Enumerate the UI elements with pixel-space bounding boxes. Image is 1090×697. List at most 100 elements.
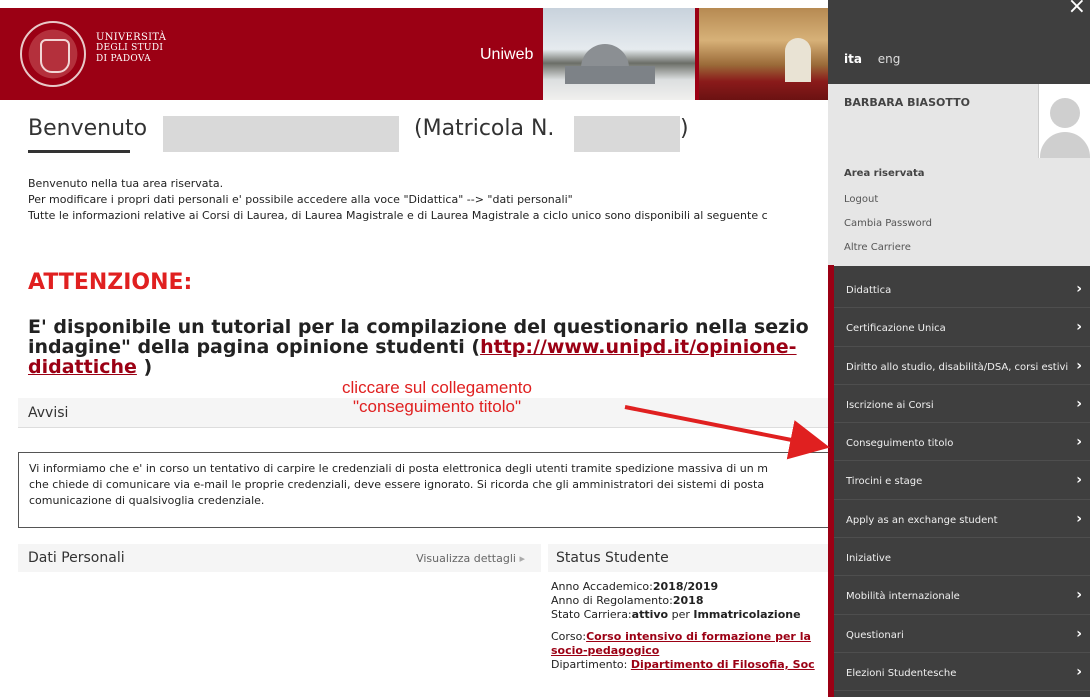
avvisi-title: Avvisi: [28, 405, 69, 421]
side-menu-panel: × ita eng BARBARA BIASOTTO Area riservat…: [828, 0, 1090, 697]
chevron-right-icon: ›: [1076, 472, 1082, 489]
cambia-password-link[interactable]: Cambia Password: [844, 218, 932, 229]
matricola-close-paren: ): [680, 116, 689, 141]
chevron-right-icon: ›: [1076, 319, 1082, 336]
observatory-building-shape: [565, 66, 655, 84]
university-logo-text[interactable]: UNIVERSITÀ DEGLI STUDI DI PADOVA: [96, 32, 166, 65]
menu-label: Questionari: [846, 629, 904, 641]
chevron-right-icon: ›: [1076, 510, 1082, 527]
chevron-right-icon: ›: [1076, 395, 1082, 412]
status-studente-header: Status Studente: [548, 544, 830, 572]
intro-text: Benvenuto nella tua area riservata. Per …: [28, 176, 768, 224]
logo-line-3: DI PADOVA: [96, 54, 151, 64]
intro-line-2: Per modificare i propri dati personali e…: [28, 193, 573, 206]
menu-label: Iniziative: [846, 553, 891, 565]
avatar-body-shape: [1040, 132, 1090, 158]
menu-item-mobilita-internazionale[interactable]: Mobilità internazionale ›: [828, 576, 1090, 615]
menu-label: Certificazione Unica: [846, 323, 946, 335]
chevron-right-icon: ›: [1076, 587, 1082, 604]
altre-carriere-link[interactable]: Altre Carriere: [844, 242, 911, 253]
corso-link-continued[interactable]: socio-pedagogico: [551, 644, 659, 657]
stato-carriera-row: Stato Carriera:attivo per Immatricolazio…: [551, 608, 815, 622]
chevron-right-icon: ›: [1076, 357, 1082, 374]
menu-item-tirocini-e-stage[interactable]: Tirocini e stage ›: [828, 461, 1090, 500]
dati-personali-title: Dati Personali: [28, 550, 125, 566]
intro-line-1: Benvenuto nella tua area riservata.: [28, 177, 224, 190]
notice-line-1: Vi informiamo che e' in corso un tentati…: [29, 462, 768, 475]
notice-line-2: che chiede di comunicare via e-mail le p…: [29, 478, 765, 491]
corso-row: Corso:Corso intensivo di formazione per …: [551, 630, 815, 644]
main-menu: Didattica › Certificazione Unica › Diritto…: [828, 270, 1090, 692]
logout-link[interactable]: Logout: [844, 194, 878, 205]
menu-item-questionari[interactable]: Questionari ›: [828, 615, 1090, 653]
site-header: UNIVERSITÀ DEGLI STUDI DI PADOVA Uniweb: [0, 8, 830, 100]
logo-line-1: UNIVERSITÀ: [96, 32, 167, 43]
header-photo-observatory: [543, 8, 695, 100]
menu-item-apply-exchange[interactable]: Apply as an exchange student ›: [828, 500, 1090, 539]
menu-item-diritto-allo-studio[interactable]: Diritto allo studio, disabilità/DSA, cor…: [828, 347, 1090, 385]
menu-label: Didattica: [846, 285, 892, 296]
language-switcher: ita eng: [844, 52, 900, 66]
phishing-notice-box: Vi informiamo che e' in corso un tentati…: [18, 452, 830, 528]
welcome-underline: [28, 150, 130, 153]
dipartimento-row: Dipartimento: Dipartimento di Filosofia,…: [551, 658, 815, 672]
lang-eng[interactable]: eng: [878, 52, 901, 66]
dipartimento-link[interactable]: Dipartimento di Filosofia, Soc: [631, 658, 815, 671]
menu-label: Iscrizione ai Corsi: [846, 399, 934, 411]
chevron-right-icon: ›: [1076, 663, 1082, 680]
stato-tipo-value: Immatricolazione: [693, 608, 801, 621]
stato-per-text: per: [668, 608, 694, 621]
close-icon[interactable]: ×: [1068, 0, 1086, 18]
corso-label: Corso:: [551, 630, 587, 643]
status-studente-title: Status Studente: [556, 550, 669, 566]
avatar: [1038, 84, 1090, 158]
app-name: Uniweb: [480, 46, 534, 63]
anno-regolamento-row: Anno di Regolamento:2018: [551, 594, 815, 608]
notice-line-3: comunicazione di qualsivoglia credenzial…: [29, 494, 265, 507]
attention-heading: ATTENZIONE:: [28, 270, 193, 295]
dipartimento-label: Dipartimento:: [551, 658, 631, 671]
header-photo-hall: [699, 8, 830, 100]
stato-carriera-value: attivo: [631, 608, 669, 621]
annotation-line-2: "conseguimento titolo": [353, 397, 521, 416]
matricola-label: (Matricola N.: [414, 116, 555, 141]
menu-label: Elezioni Studentesche: [846, 667, 957, 679]
stato-carriera-label: Stato Carriera:: [551, 608, 632, 621]
panel-accent-strip: [828, 265, 834, 697]
menu-item-iscrizione-ai-corsi[interactable]: Iscrizione ai Corsi ›: [828, 385, 1090, 424]
dati-personali-header: Dati Personali Visualizza dettagli: [18, 544, 541, 572]
anno-regolamento-label: Anno di Regolamento:: [551, 594, 673, 607]
welcome-title: Benvenuto: [28, 116, 148, 141]
tutorial-end: ): [136, 356, 153, 378]
annotation-callout: cliccare sul collegamento "conseguimento…: [300, 378, 574, 416]
avatar-head-shape: [1050, 98, 1080, 128]
lang-ita[interactable]: ita: [844, 52, 862, 66]
chevron-right-icon: ›: [1076, 625, 1082, 642]
university-seal-logo[interactable]: [20, 21, 86, 87]
menu-item-elezioni-studentesche[interactable]: Elezioni Studentesche ›: [828, 653, 1090, 692]
menu-label: Mobilità internazionale: [846, 591, 960, 603]
anno-accademico-row: Anno Accademico:2018/2019: [551, 580, 815, 594]
corso-row-2: socio-pedagogico: [551, 644, 815, 658]
menu-label: Apply as an exchange student: [846, 514, 998, 526]
chevron-right-icon: ›: [1076, 434, 1082, 451]
menu-label: Conseguimento titolo: [846, 438, 954, 450]
menu-item-didattica[interactable]: Didattica ›: [828, 270, 1090, 309]
anno-regolamento-value: 2018: [672, 594, 704, 607]
redacted-name: [163, 116, 399, 152]
redacted-matricola: [574, 116, 680, 152]
menu-item-conseguimento-titolo[interactable]: Conseguimento titolo ›: [828, 423, 1090, 462]
menu-item-certificazione-unica[interactable]: Certificazione Unica ›: [828, 308, 1090, 347]
tutorial-notice: E' disponibile un tutorial per la compil…: [28, 317, 828, 377]
anno-accademico-value: 2018/2019: [652, 580, 719, 593]
corso-link[interactable]: Corso intensivo di formazione per la: [586, 630, 811, 643]
menu-label: Tirocini e stage: [846, 476, 923, 488]
visualizza-dettagli-link[interactable]: Visualizza dettagli: [416, 552, 525, 565]
menu-item-iniziative[interactable]: Iniziative: [828, 538, 1090, 577]
menu-label: Diritto allo studio, disabilità/DSA, cor…: [846, 361, 1069, 373]
chevron-right-icon: ›: [1076, 281, 1082, 297]
hall-arch-shape: [785, 38, 811, 82]
area-riservata-title: Area riservata: [844, 168, 925, 179]
intro-line-3: Tutte le informazioni relative ai Corsi …: [28, 209, 768, 222]
